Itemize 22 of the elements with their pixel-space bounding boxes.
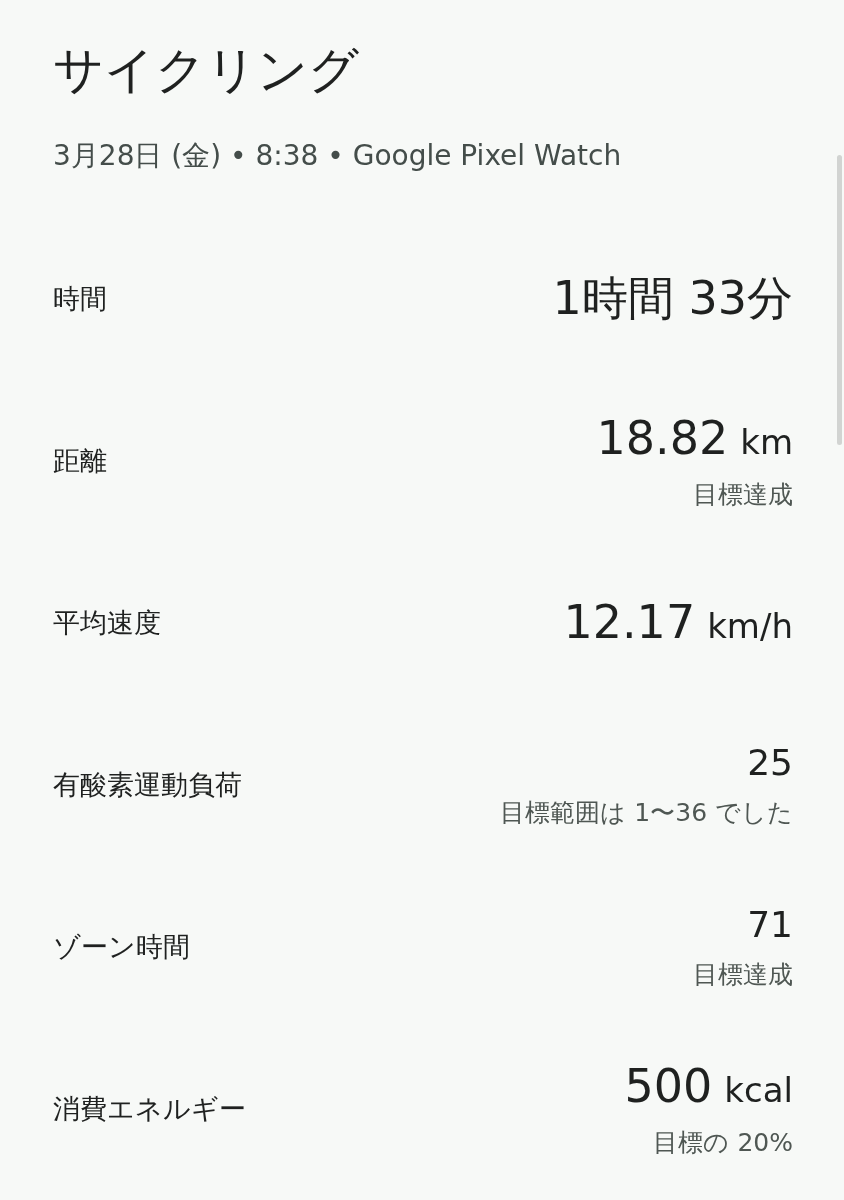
metric-label: 距離 (53, 444, 107, 478)
metric-note: 目標達成 (693, 959, 793, 992)
metric-value: 500 (624, 1058, 713, 1115)
metric-note: 目標範囲は 1〜36 でした (500, 797, 793, 830)
metric-label: 有酸素運動負荷 (53, 768, 242, 802)
metric-value: 12.17 (563, 595, 696, 651)
metric-note: 目標達成 (693, 479, 793, 512)
metric-unit: km/h (707, 606, 793, 648)
metric-unit: km (740, 421, 793, 463)
metric-label: 平均速度 (53, 606, 161, 640)
metric-value: 18.82 (596, 410, 729, 467)
metric-value: 25 (747, 740, 793, 785)
scrollbar[interactable] (837, 155, 842, 445)
metric-label: 時間 (53, 282, 107, 316)
page-title: サイクリング (53, 40, 360, 101)
metric-unit: kcal (724, 1069, 793, 1111)
activity-subtitle: 3月28日 (金) • 8:38 • Google Pixel Watch (53, 138, 623, 174)
metric-value: 71 (747, 902, 793, 947)
metric-label: ゾーン時間 (53, 930, 190, 964)
metric-label: 消費エネルギー (53, 1092, 246, 1126)
metric-value: 1時間 33分 (552, 271, 793, 327)
metric-note: 目標の 20% (653, 1127, 793, 1160)
